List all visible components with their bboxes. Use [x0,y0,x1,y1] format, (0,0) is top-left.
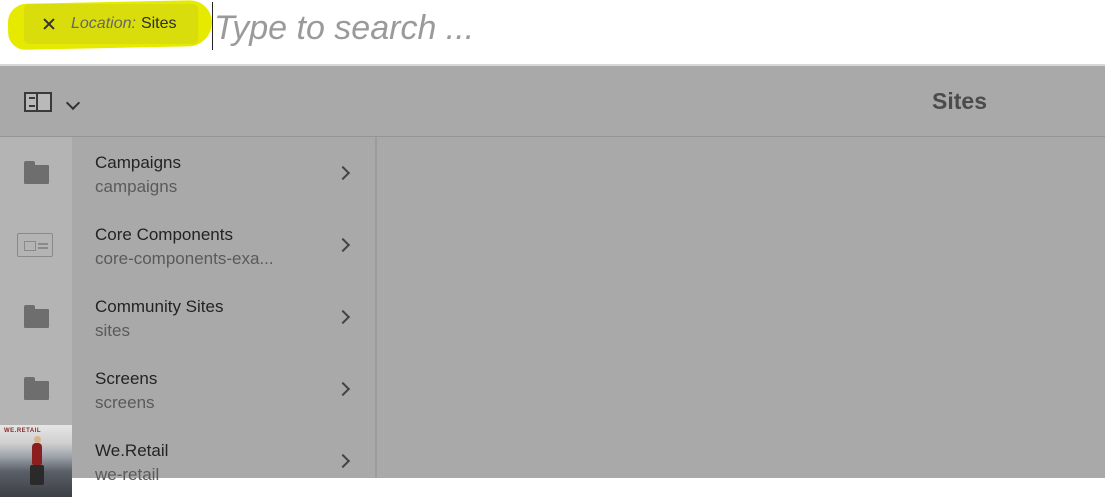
item-title: Community Sites [95,297,224,316]
location-filter-tag[interactable]: Location: Sites [24,4,198,44]
folder-icon [24,377,49,400]
folder-icon [24,305,49,328]
item-thumbnail [0,137,72,209]
item-title: Screens [95,369,158,388]
page-title: Sites [932,88,987,114]
item-thumbnail [0,209,72,281]
chevron-down-icon[interactable] [65,95,81,111]
tag-key-label: Location: [71,15,136,32]
chevron-right-icon[interactable] [335,237,351,253]
list-item[interactable]: Screens screens [0,353,375,425]
chevron-right-icon[interactable] [335,453,351,469]
omnisearch-bar: Location: Sites [0,0,1105,66]
close-icon[interactable] [41,16,57,32]
item-name: screens [95,393,155,412]
column-view: Campaigns campaigns Core Components core… [0,137,377,497]
item-thumbnail [0,281,72,353]
item-name: we-retail [95,465,160,484]
list-item[interactable]: Campaigns campaigns [0,137,375,209]
chevron-right-icon[interactable] [335,309,351,325]
item-name: core-components-exa... [95,249,274,268]
list-item[interactable]: Core Components core-components-exa... [0,209,375,281]
search-input[interactable] [214,6,1074,50]
item-name: sites [95,321,130,340]
folder-icon [24,161,49,184]
action-bar: Sites [0,66,1105,137]
text-caret [212,2,213,50]
item-title: Core Components [95,225,233,244]
rail-toggle-icon[interactable] [24,92,52,112]
tag-value-label: Sites [140,15,177,32]
item-title: We.Retail [95,441,169,460]
item-title: Campaigns [95,153,181,172]
list-item[interactable]: WE.RETAIL We.Retail we-retail [0,425,375,497]
item-thumbnail [0,353,72,425]
thumbnail-brand-mark: WE.RETAIL [4,428,42,434]
list-item[interactable]: Community Sites sites [0,281,375,353]
thumbnail-image: WE.RETAIL [0,425,72,497]
chevron-right-icon[interactable] [335,381,351,397]
page-content-overlay: Sites Campaigns campaigns Core Component… [0,66,1105,497]
thumbnail-figure [30,436,44,485]
item-name: campaigns [95,177,178,196]
template-icon [17,233,53,257]
chevron-right-icon[interactable] [335,165,351,181]
